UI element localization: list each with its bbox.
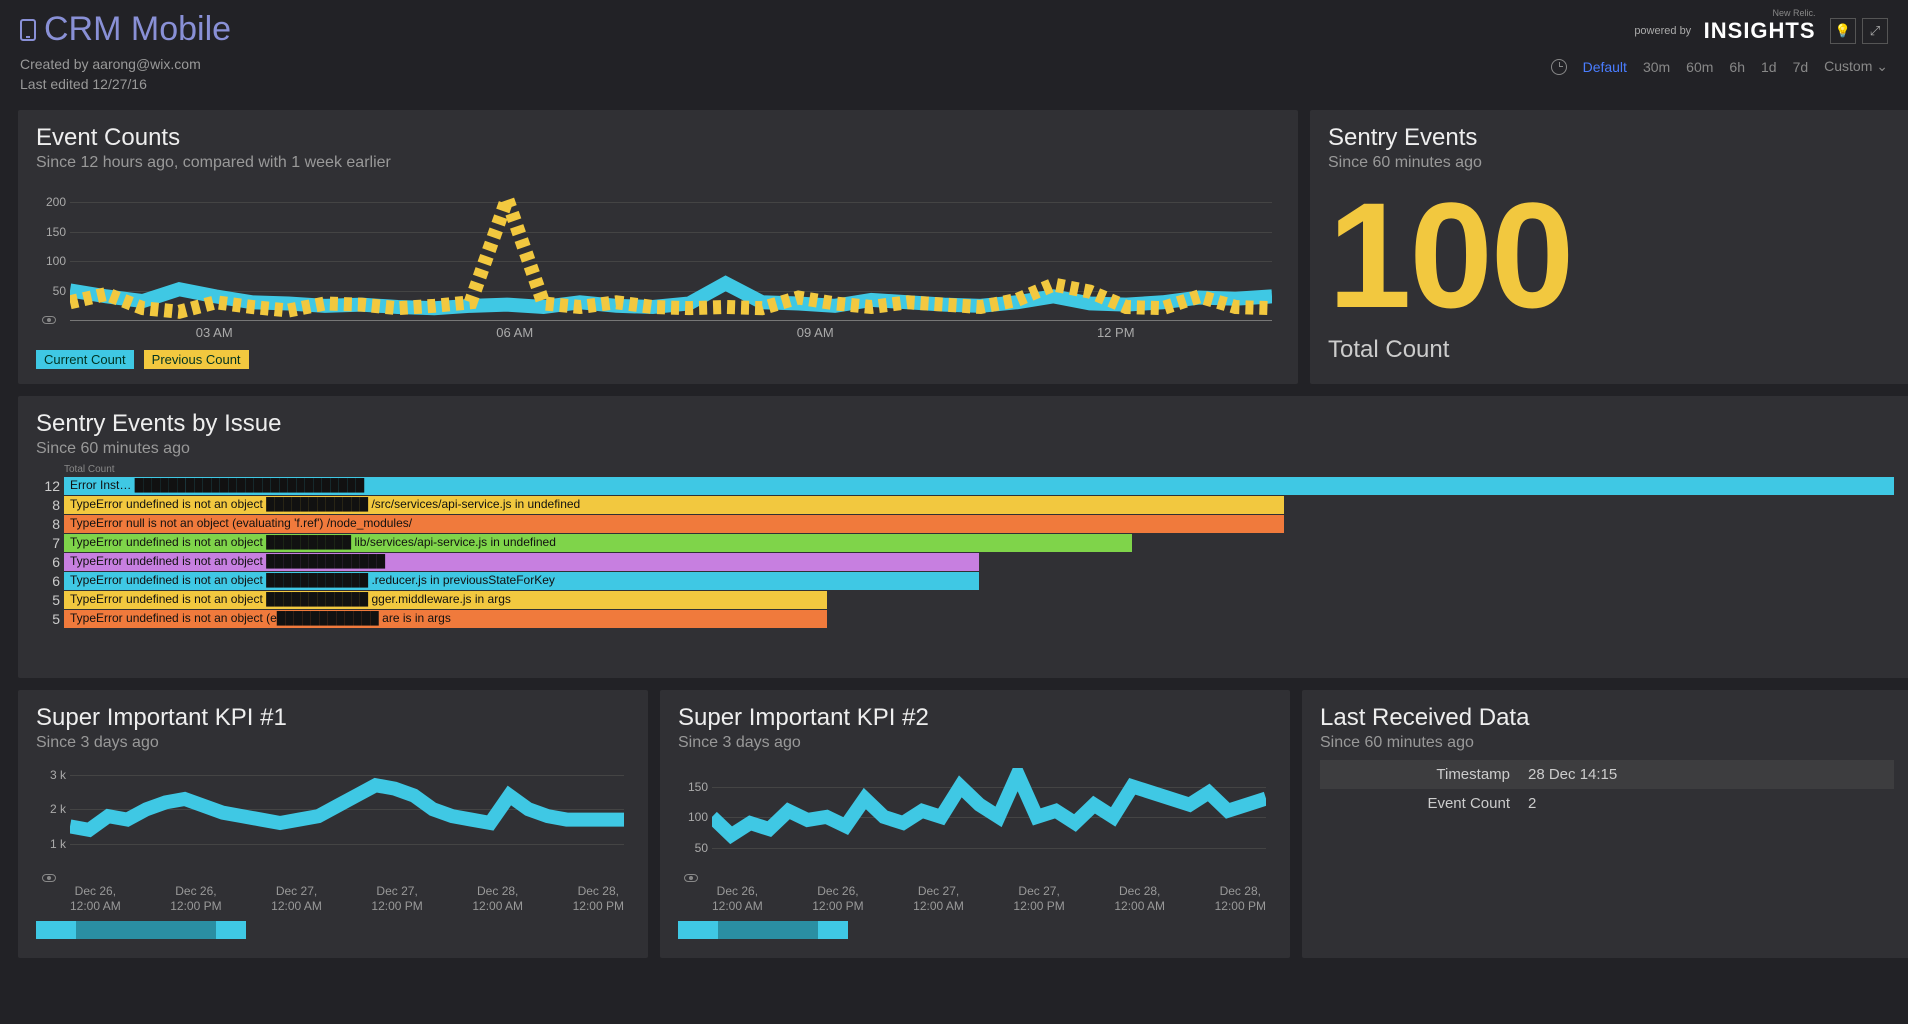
time-option-1d[interactable]: 1d	[1761, 59, 1777, 75]
sentry-issues-panel: Sentry Events by Issue Since 60 minutes …	[18, 396, 1908, 678]
issue-count: 7	[36, 535, 60, 551]
event-counts-panel: Event Counts Since 12 hours ago, compare…	[18, 110, 1298, 384]
issue-row[interactable]: 8TypeError undefined is not an object ██…	[36, 496, 1894, 514]
panel-title: Sentry Events	[1328, 124, 1894, 152]
issue-row[interactable]: 5TypeError undefined is not an object ██…	[36, 591, 1894, 609]
kpi2-panel: Super Important KPI #2 Since 3 days ago …	[660, 690, 1290, 958]
issues-axis-label: Total Count	[64, 464, 1894, 475]
time-option-6h[interactable]: 6h	[1729, 59, 1745, 75]
issue-bar: TypeError undefined is not an object ███…	[64, 553, 979, 571]
eye-icon	[684, 874, 698, 882]
issue-count: 5	[36, 611, 60, 627]
panel-title: Last Received Data	[1320, 704, 1894, 732]
panel-title: Super Important KPI #1	[36, 704, 630, 732]
panel-subtitle: Since 60 minutes ago	[36, 440, 1894, 458]
issue-bar: TypeError undefined is not an object ███…	[64, 534, 1132, 552]
eye-icon	[42, 874, 56, 882]
kpi1-chart[interactable]: 1 k2 k3 k	[70, 768, 624, 878]
issue-count: 6	[36, 554, 60, 570]
panel-subtitle: Since 3 days ago	[36, 734, 630, 752]
device-icon	[20, 19, 36, 41]
issue-row[interactable]: 8TypeError null is not an object (evalua…	[36, 515, 1894, 533]
panel-subtitle: Since 12 hours ago, compared with 1 week…	[36, 154, 1280, 172]
issue-count: 5	[36, 592, 60, 608]
time-option-60m[interactable]: 60m	[1686, 59, 1713, 75]
cell-value: 2	[1528, 795, 1536, 812]
issue-bar: TypeError undefined is not an object ███…	[64, 591, 827, 609]
panel-subtitle: Since 60 minutes ago	[1320, 734, 1894, 752]
issue-bar: TypeError undefined is not an object (e█…	[64, 610, 827, 628]
issue-row[interactable]: 6TypeError undefined is not an object ██…	[36, 553, 1894, 571]
issue-bar: TypeError undefined is not an object ███…	[64, 496, 1284, 514]
issue-bar: TypeError null is not an object (evaluat…	[64, 515, 1284, 533]
time-range-picker: Default 30m 60m 6h 1d 7d Custom ⌄	[1551, 58, 1888, 75]
powered-by-label: powered by	[1634, 25, 1691, 37]
issue-row[interactable]: 7TypeError undefined is not an object ██…	[36, 534, 1894, 552]
issue-count: 8	[36, 497, 60, 513]
kpi2-chart[interactable]: 50100150	[712, 768, 1266, 878]
legend-current[interactable]: Current Count	[36, 350, 134, 369]
issue-count: 8	[36, 516, 60, 532]
panel-title: Event Counts	[36, 124, 1280, 152]
sentry-total-label: Total Count	[1328, 336, 1894, 364]
sentry-total-count: 100	[1328, 180, 1894, 330]
panel-subtitle: Since 3 days ago	[678, 734, 1272, 752]
kpi1-legend	[36, 921, 630, 941]
panel-title: Super Important KPI #2	[678, 704, 1272, 732]
time-option-custom[interactable]: Custom ⌄	[1824, 58, 1888, 75]
issue-count: 12	[36, 478, 60, 494]
chevron-down-icon: ⌄	[1876, 58, 1888, 74]
issue-row[interactable]: 12Error Inst… ██████████████████████████…	[36, 477, 1894, 495]
kpi2-legend	[678, 921, 1272, 941]
issue-row[interactable]: 6TypeError undefined is not an object ██…	[36, 572, 1894, 590]
legend-previous[interactable]: Previous Count	[144, 350, 249, 369]
sentry-counter-panel: Sentry Events Since 60 minutes ago 100 T…	[1310, 110, 1908, 384]
table-row: Timestamp 28 Dec 14:15	[1320, 760, 1894, 789]
cell-key: Event Count	[1330, 795, 1510, 812]
brand-logo: INSIGHTS	[1704, 18, 1816, 44]
issue-row[interactable]: 5TypeError undefined is not an object (e…	[36, 610, 1894, 628]
dashboard-header: CRM Mobile Created by aarong@wix.com Las…	[0, 0, 1908, 100]
last-received-panel: Last Received Data Since 60 minutes ago …	[1302, 690, 1908, 958]
time-option-default[interactable]: Default	[1583, 59, 1627, 75]
lightbulb-button[interactable]: 💡	[1830, 18, 1856, 44]
clock-icon	[1551, 59, 1567, 75]
dashboard-title: CRM Mobile	[44, 10, 231, 49]
kpi1-panel: Super Important KPI #1 Since 3 days ago …	[18, 690, 648, 958]
cell-value: 28 Dec 14:15	[1528, 766, 1617, 783]
event-counts-chart[interactable]: 50100150200	[70, 190, 1272, 320]
panel-title: Sentry Events by Issue	[36, 410, 1894, 438]
panel-subtitle: Since 60 minutes ago	[1328, 154, 1894, 172]
cell-key: Timestamp	[1330, 766, 1510, 783]
table-row: Event Count 2	[1320, 789, 1894, 818]
issue-bar: Error Inst… ███████████████████████████	[64, 477, 1894, 495]
last-edited-label: Last edited 12/27/16	[20, 75, 1888, 95]
issue-bar: TypeError undefined is not an object ███…	[64, 572, 979, 590]
eye-icon	[42, 316, 56, 324]
issue-count: 6	[36, 573, 60, 589]
expand-button[interactable]: ⤢	[1862, 18, 1888, 44]
time-option-30m[interactable]: 30m	[1643, 59, 1670, 75]
brand-small: New Relic.	[1704, 8, 1816, 18]
time-option-7d[interactable]: 7d	[1793, 59, 1809, 75]
